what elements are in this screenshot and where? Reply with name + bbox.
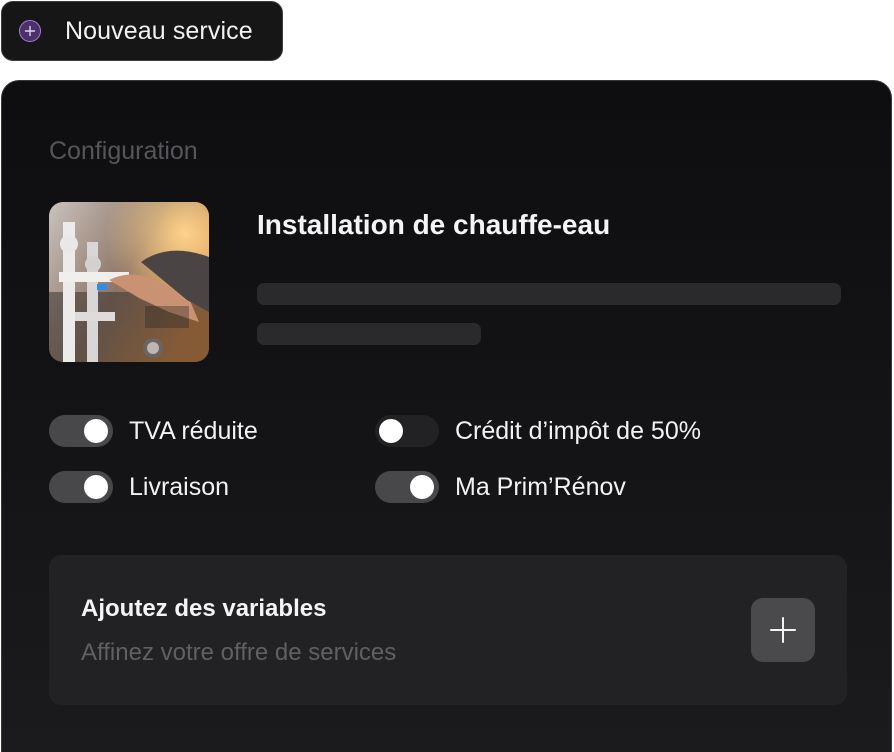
toggle-label: Ma Prim’Rénov [455, 472, 626, 501]
toggle-knob [84, 475, 108, 499]
section-title: Configuration [49, 137, 198, 165]
option-delivery: Livraison [49, 471, 229, 503]
description-placeholder [257, 323, 481, 345]
description-placeholder [257, 283, 841, 305]
reduced-vat-toggle[interactable] [49, 415, 113, 447]
tax-credit-toggle[interactable] [375, 415, 439, 447]
toggle-knob [84, 419, 108, 443]
plus-icon [770, 617, 796, 643]
toggle-knob [410, 475, 434, 499]
variables-title: Ajoutez des variables [81, 595, 327, 622]
toggle-label: Crédit d’impôt de 50% [455, 416, 701, 445]
toggle-knob [379, 419, 403, 443]
variables-subtitle: Affinez votre offre de services [81, 639, 397, 666]
plus-circle-icon [19, 20, 41, 42]
toggle-label: Livraison [129, 472, 230, 501]
maprimerenov-toggle[interactable] [375, 471, 439, 503]
add-variables-panel: Ajoutez des variables Affinez votre offr… [49, 555, 847, 705]
option-maprimerenov: Ma Prim’Rénov [375, 471, 626, 503]
delivery-toggle[interactable] [49, 471, 113, 503]
toggle-label: TVA réduite [129, 416, 258, 445]
option-reduced-vat: TVA réduite [49, 415, 258, 447]
service-config-card: Configuration Installation de chauffe-ea… [1, 80, 892, 752]
new-service-label: Nouveau service [65, 16, 253, 45]
add-variable-button[interactable] [751, 598, 815, 662]
option-tax-credit: Crédit d’impôt de 50% [375, 415, 701, 447]
service-image [49, 202, 209, 362]
service-title: Installation de chauffe-eau [257, 209, 611, 240]
new-service-button[interactable]: Nouveau service [1, 1, 283, 61]
